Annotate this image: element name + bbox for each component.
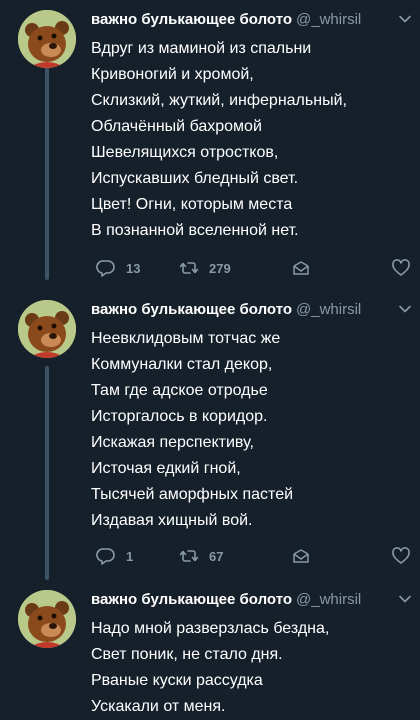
- tweet-line: Искажая перспективу,: [91, 434, 254, 451]
- tweet-line: Неевклидовым тотчас же: [91, 330, 281, 347]
- tweet-line: Цвет! Огни, которым места: [91, 196, 293, 213]
- tweet-actions: 1 67: [91, 545, 420, 567]
- tweet-line: Вдруг из маминой из спальни: [91, 40, 312, 57]
- thread-line: [45, 366, 49, 580]
- display-name[interactable]: важно булькающее болото: [91, 11, 292, 28]
- like-icon: [392, 259, 410, 276]
- tweet-line: Издавая хищный вой.: [91, 512, 253, 529]
- retweet-count: 279: [209, 260, 231, 276]
- tweet-text: Неевклидовым тотчас же Коммуналки стал д…: [91, 326, 413, 534]
- reply-icon: [96, 548, 115, 565]
- user-handle[interactable]: @_whirsil: [296, 11, 361, 28]
- bear-avatar-icon: [18, 590, 76, 648]
- avatar[interactable]: [18, 590, 76, 648]
- tweet-header: важно булькающее болото @_whirsil: [91, 10, 413, 30]
- tweet-actions: 13 279: [91, 257, 420, 279]
- tweet-header: важно булькающее болото @_whirsil: [91, 300, 413, 320]
- tweet-text: Вдруг из маминой из спальни Кривоногий и…: [91, 36, 413, 244]
- tweet-line: Рваные куски рассудка: [91, 672, 263, 689]
- retweet-count: 67: [209, 548, 224, 564]
- reply-button[interactable]: 1: [96, 545, 133, 567]
- bear-avatar-icon: [18, 300, 76, 358]
- tweet-line: Испускавших бледный свет.: [91, 170, 299, 187]
- tweet-line: Облачённый бахромой: [91, 118, 262, 135]
- tweet-line: Коммуналки стал декор,: [91, 356, 273, 373]
- direct-message-icon: [293, 549, 309, 563]
- tweet-line: Тысячей аморфных пастей: [91, 486, 294, 503]
- tweet-line: Источая едкий гной,: [91, 460, 241, 477]
- tweet-text: Надо мной разверзлась бездна, Свет поник…: [91, 616, 413, 720]
- reply-count: 1: [126, 548, 134, 564]
- tweet-line: Кривоногий и хромой,: [91, 66, 254, 83]
- direct-message-button[interactable]: [291, 257, 311, 279]
- avatar[interactable]: [18, 300, 76, 358]
- like-icon: [392, 547, 410, 564]
- retweet-button[interactable]: 279: [179, 257, 231, 279]
- tweet-line: Там где адское отродье: [91, 382, 268, 399]
- tweet-line: Шевелящихся отростков,: [91, 144, 279, 161]
- tweet-line: Ускакали от меня.: [91, 698, 226, 715]
- chevron-down-icon[interactable]: [398, 592, 412, 606]
- tweet-header: важно булькающее болото @_whirsil: [91, 590, 413, 610]
- user-handle[interactable]: @_whirsil: [296, 591, 361, 608]
- reply-icon: [96, 260, 115, 277]
- retweet-icon: [179, 262, 199, 274]
- tweet-line: Склизкий, жуткий, инфернальный,: [91, 92, 347, 109]
- display-name[interactable]: важно булькающее болото: [91, 591, 292, 608]
- tweet-line: Надо мной разверзлась бездна,: [91, 620, 330, 637]
- like-button[interactable]: [391, 545, 411, 567]
- chevron-down-icon[interactable]: [398, 12, 412, 26]
- bear-avatar-icon: [18, 10, 76, 68]
- avatar[interactable]: [18, 10, 76, 68]
- reply-button[interactable]: 13: [96, 257, 140, 279]
- direct-message-icon: [293, 261, 309, 275]
- retweet-icon: [179, 550, 199, 562]
- tweet-line: В познанной вселенной нет.: [91, 222, 299, 239]
- display-name[interactable]: важно булькающее болото: [91, 301, 292, 318]
- user-handle[interactable]: @_whirsil: [296, 301, 361, 318]
- retweet-button[interactable]: 67: [179, 545, 223, 567]
- reply-count: 13: [126, 260, 141, 276]
- tweet-line: Свет поник, не стало дня.: [91, 646, 283, 663]
- direct-message-button[interactable]: [291, 545, 311, 567]
- tweet-line: Исторгалось в коридор.: [91, 408, 268, 425]
- thread-line: [45, 66, 49, 280]
- like-button[interactable]: [391, 257, 411, 279]
- chevron-down-icon[interactable]: [398, 302, 412, 316]
